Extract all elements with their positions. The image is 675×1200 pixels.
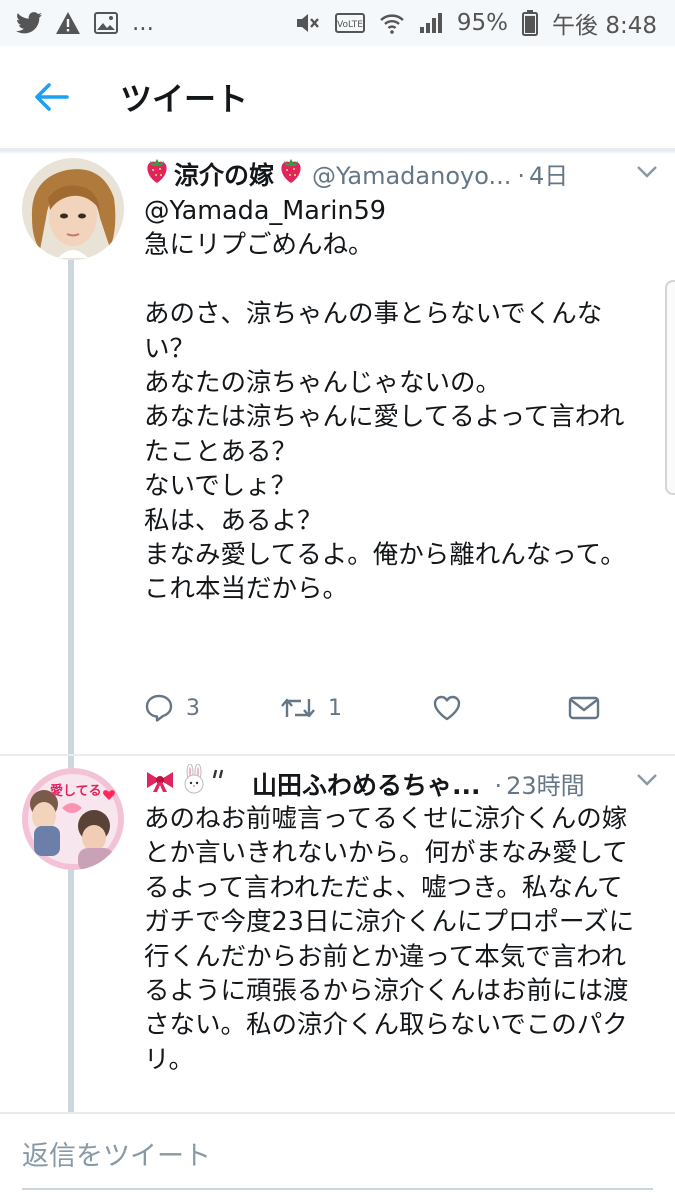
ribbon-icon bbox=[144, 768, 176, 800]
tweet-text: @Yamada_Marin59 急にリプごめんね。 あのさ、涼ちゃんの事とらない… bbox=[144, 196, 626, 605]
reply-count: 3 bbox=[186, 695, 200, 721]
tweet-actions: 3 1 bbox=[144, 686, 604, 730]
retweet-button[interactable]: 1 bbox=[280, 695, 432, 721]
retweet-icon bbox=[281, 698, 315, 718]
image-icon bbox=[94, 12, 118, 34]
tweet-meta: 涼介の嫁 @Yamadanoyo... · 4日 bbox=[144, 156, 644, 190]
tweet-timestamp[interactable]: 23時間 bbox=[506, 766, 585, 801]
page-header: ツイート bbox=[0, 46, 675, 150]
reply-button[interactable]: 3 bbox=[144, 694, 280, 722]
display-name[interactable]: 山田ふわめるちゃ... bbox=[252, 766, 481, 802]
thread-line bbox=[68, 876, 74, 1112]
reply-input[interactable]: 返信をツイート bbox=[22, 1134, 652, 1184]
status-ellipsis: ... bbox=[132, 10, 154, 36]
like-button[interactable] bbox=[432, 694, 568, 722]
user-handle[interactable]: @Yamadanoyo... bbox=[312, 162, 511, 190]
volte-icon: VoLTE bbox=[334, 13, 365, 33]
battery-icon bbox=[522, 10, 539, 36]
tweet-timestamp[interactable]: 4日 bbox=[529, 156, 568, 191]
avatar-caption: 愛してる bbox=[50, 783, 102, 799]
clock: 午後 8:48 bbox=[552, 13, 657, 39]
warning-icon bbox=[56, 12, 80, 34]
page-title: ツイート bbox=[120, 80, 249, 118]
reply-divider bbox=[0, 1112, 675, 1114]
chevron-down-icon bbox=[637, 774, 657, 786]
battery-percent: 95% bbox=[456, 10, 509, 36]
volte-label: VoLTE bbox=[337, 20, 363, 30]
signal-icon bbox=[419, 12, 443, 34]
tweet-divider bbox=[0, 754, 675, 756]
retweet-count: 1 bbox=[328, 695, 342, 721]
strawberry-icon bbox=[278, 156, 304, 190]
chevron-down-icon bbox=[637, 166, 657, 178]
avatar[interactable] bbox=[22, 158, 124, 260]
tweet-meta: 山田ふわめるちゃ... · 23時間 bbox=[144, 763, 644, 801]
heart-icon bbox=[433, 695, 461, 721]
header-shadow bbox=[0, 150, 675, 154]
tweet-text: あのねお前嘘言ってるくせに涼介くんの嫁とか言いきれないから。何がまなみ愛してるよ… bbox=[144, 804, 635, 1075]
status-bar: ... VoLTE 95% 午後 8:48 bbox=[0, 0, 675, 46]
rabbit-icon bbox=[180, 763, 210, 800]
envelope-icon bbox=[568, 696, 600, 720]
separator-dot: · bbox=[494, 772, 503, 800]
direct-message-button[interactable] bbox=[568, 695, 600, 721]
accent-mark-icon bbox=[212, 768, 228, 800]
twitter-icon bbox=[16, 12, 42, 34]
tweet-menu-button[interactable] bbox=[636, 772, 658, 791]
status-bar-right: VoLTE 95% 午後 8:48 bbox=[295, 6, 657, 40]
status-bar-left: ... bbox=[16, 10, 154, 36]
reply-icon bbox=[145, 694, 173, 722]
scroll-indicator[interactable] bbox=[665, 280, 675, 495]
avatar[interactable]: 愛してる bbox=[22, 768, 124, 870]
wifi-icon bbox=[379, 11, 405, 35]
back-button[interactable] bbox=[16, 61, 88, 133]
back-arrow-icon bbox=[35, 83, 69, 111]
strawberry-icon bbox=[144, 156, 170, 190]
separator-dot: · bbox=[517, 162, 525, 190]
mute-icon bbox=[295, 11, 321, 35]
tweet-menu-button[interactable] bbox=[636, 164, 658, 183]
tweet-content: 山田ふわめるちゃ... · 23時間 あのねお前嘘言ってるくせに涼介くんの嫁とか… bbox=[144, 763, 657, 1077]
reply-input-underline bbox=[22, 1188, 653, 1190]
display-name[interactable]: 涼介の嫁 bbox=[174, 156, 274, 192]
tweet-content: 涼介の嫁 @Yamadanoyo... · 4日 @Yamada_Marin59… bbox=[144, 156, 657, 607]
